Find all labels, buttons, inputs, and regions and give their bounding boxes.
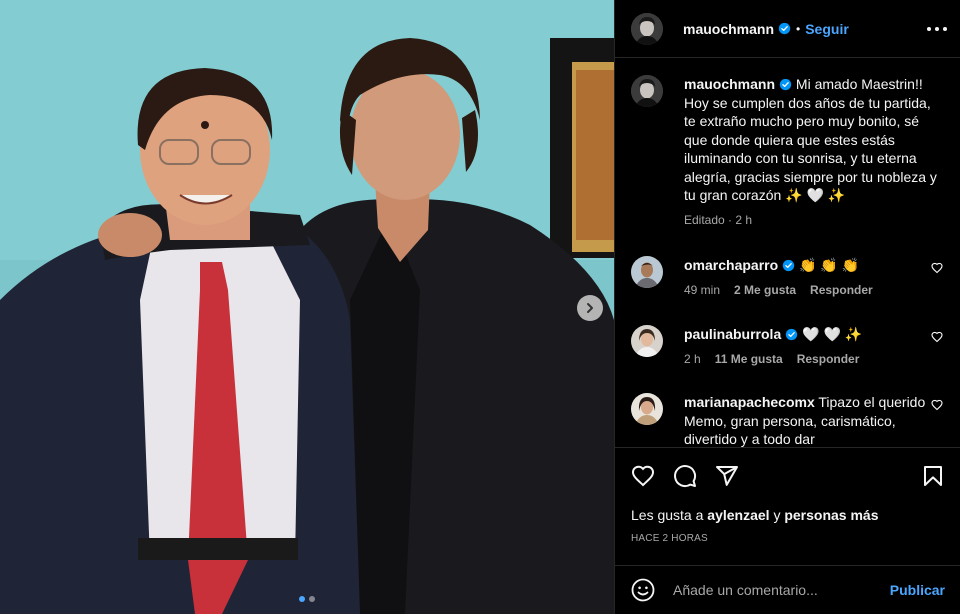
avatar[interactable] (631, 75, 663, 107)
follow-button[interactable]: Seguir (805, 21, 849, 37)
avatar[interactable] (631, 325, 663, 357)
verified-badge-icon (786, 328, 798, 341)
add-comment-bar: Añade un comentario... Publicar (615, 565, 960, 614)
comment-likes-count[interactable]: 11 Me gusta (715, 352, 783, 366)
verified-badge-icon (782, 259, 795, 272)
verified-badge-icon (779, 78, 792, 91)
comment-username[interactable]: paulinaburrola (684, 326, 781, 342)
reply-button[interactable]: Responder (797, 352, 860, 366)
post-header: mauochmann • Seguir (615, 0, 960, 58)
post-modal: mauochmann • Seguir mauochmann Mi amado … (0, 0, 960, 614)
chevron-right-icon (587, 303, 593, 313)
comment-input[interactable]: Añade un comentario... (673, 582, 883, 598)
likes-connector: y (773, 507, 781, 523)
likes-prefix: Les gusta a (631, 507, 704, 523)
emoji-icon[interactable] (631, 578, 655, 602)
carousel-dot-active (299, 596, 305, 602)
next-photo-button[interactable] (577, 295, 603, 321)
comment-likes-count[interactable]: 2 Me gusta (734, 283, 796, 297)
like-comment-heart-icon[interactable] (931, 331, 943, 343)
comment-bubble-icon[interactable] (673, 464, 697, 488)
post-photo[interactable] (0, 0, 614, 614)
comment-item: omarchaparro 👏 👏 👏 49 min 2 Me gusta Respo… (631, 256, 957, 299)
like-comment-heart-icon[interactable] (931, 399, 943, 411)
carousel-indicator (0, 596, 614, 602)
caption-meta: Editado · 2 h (684, 212, 753, 227)
save-bookmark-icon[interactable] (921, 464, 945, 488)
comment-text: 👏 👏 👏 (799, 257, 860, 273)
comment-time: 49 min (684, 282, 721, 297)
avatar[interactable] (631, 256, 663, 288)
caption-username[interactable]: mauochmann (684, 76, 775, 92)
post-actions-bar (615, 447, 960, 497)
like-heart-icon[interactable] (631, 464, 655, 488)
comment-text: 🤍 🤍 ✨ (802, 326, 863, 342)
more-options-icon[interactable] (927, 20, 947, 38)
comment-username[interactable]: marianapachecomx (684, 394, 815, 410)
comment-meta: 2 h 11 Me gusta Responder (684, 350, 929, 369)
likes-user[interactable]: aylenzael (707, 507, 769, 523)
comment-username[interactable]: omarchaparro (684, 257, 778, 273)
comments-scroll-area[interactable]: mauochmann Mi amado Maestrin!! Hoy se cu… (615, 59, 960, 447)
like-comment-heart-icon[interactable] (931, 262, 943, 274)
post-timestamp: HACE 2 HORAS (631, 533, 708, 544)
share-send-icon[interactable] (715, 464, 739, 488)
caption-text: Mi amado Maestrin!! Hoy se cumplen dos a… (684, 76, 937, 203)
post-caption: mauochmann Mi amado Maestrin!! Hoy se cu… (631, 75, 949, 229)
photo-illustration (0, 0, 614, 614)
likes-others[interactable]: personas más (784, 507, 878, 523)
avatar[interactable] (631, 12, 663, 45)
header-separator: • (796, 21, 801, 36)
comment-meta: 49 min 2 Me gusta Responder (684, 281, 929, 300)
comment-time: 2 h (684, 351, 701, 366)
publish-button[interactable]: Publicar (890, 582, 945, 598)
verified-badge-icon (778, 22, 791, 35)
likes-summary[interactable]: Les gusta a aylenzael y personas más (631, 507, 879, 523)
post-author-username[interactable]: mauochmann (683, 21, 774, 37)
post-side-panel: mauochmann • Seguir mauochmann Mi amado … (614, 0, 960, 614)
carousel-dot (309, 596, 315, 602)
reply-button[interactable]: Responder (810, 283, 873, 297)
avatar[interactable] (631, 393, 663, 425)
comment-item: paulinaburrola 🤍 🤍 ✨ 2 h 11 Me gusta Respo… (631, 325, 957, 368)
comment-item: marianapachecomx Tipazo el querido Memo,… (631, 393, 957, 447)
